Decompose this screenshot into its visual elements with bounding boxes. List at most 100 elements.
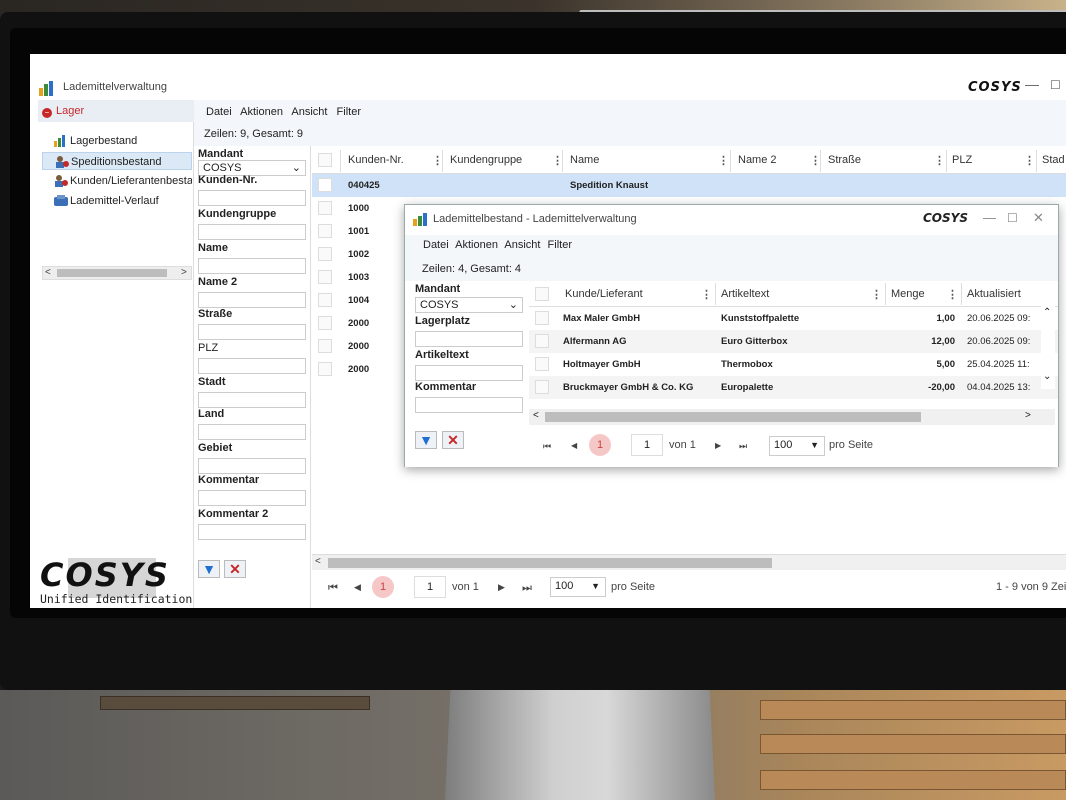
next-page-icon[interactable]: ▶ — [715, 441, 721, 450]
clear-filter-button[interactable]: ✕ — [224, 560, 246, 578]
current-page-indicator[interactable]: 1 — [589, 434, 611, 456]
minimize-button[interactable]: — — [1025, 76, 1039, 92]
dialog-hscrollbar[interactable]: < > — [529, 409, 1055, 425]
row-checkbox[interactable] — [535, 380, 549, 394]
land-field[interactable] — [198, 424, 306, 440]
apply-filter-button[interactable]: ▼ — [415, 431, 437, 449]
scrollbar-thumb[interactable] — [57, 269, 167, 277]
row-checkbox[interactable] — [318, 362, 332, 376]
main-grid-hscrollbar[interactable]: < — [312, 554, 1066, 570]
column-menu-icon[interactable]: ⋮ — [1024, 154, 1035, 167]
col-name2[interactable]: Name 2 ⋮ — [738, 154, 821, 167]
kunden-nr-field[interactable] — [198, 190, 306, 206]
artikeltext-field[interactable] — [415, 365, 523, 381]
row-checkbox[interactable] — [318, 201, 332, 215]
apply-filter-button[interactable]: ▼ — [198, 560, 220, 578]
menu-ansicht[interactable]: Ansicht — [504, 239, 540, 251]
col-kundengruppe[interactable]: Kundengruppe ⋮ — [450, 154, 563, 167]
page-number-input[interactable]: 1 — [414, 576, 446, 598]
page-number-input[interactable]: 1 — [631, 434, 663, 456]
scroll-down-icon[interactable]: ⌄ — [1043, 371, 1051, 382]
menu-datei[interactable]: Datei — [423, 239, 449, 251]
current-page-indicator[interactable]: 1 — [372, 576, 394, 598]
kommentar2-field[interactable] — [198, 524, 306, 540]
col-plz[interactable]: PLZ ⋮ — [952, 154, 1035, 167]
scroll-left-icon[interactable]: < — [315, 556, 321, 567]
row-checkbox[interactable] — [318, 270, 332, 284]
select-all-checkbox[interactable] — [535, 287, 549, 301]
menu-filter[interactable]: Filter — [337, 106, 361, 118]
column-menu-icon[interactable]: ⋮ — [871, 288, 882, 301]
mandant-select[interactable]: COSYS ⌄ — [415, 297, 523, 313]
scroll-left-icon[interactable]: < — [533, 410, 539, 421]
scroll-left-icon[interactable]: < — [45, 267, 51, 278]
table-row[interactable]: 040425 Spedition Knaust — [312, 174, 1066, 197]
row-checkbox[interactable] — [535, 334, 549, 348]
stadt-field[interactable] — [198, 392, 306, 408]
close-button[interactable]: ✕ — [1033, 210, 1044, 226]
clear-filter-button[interactable]: ✕ — [442, 431, 464, 449]
name2-field[interactable] — [198, 292, 306, 308]
scroll-right-icon[interactable]: > — [1025, 410, 1031, 421]
table-row[interactable]: Holtmayer GmbH Thermobox 5,00 25.04.2025… — [529, 353, 1058, 376]
scroll-right-icon[interactable]: > — [181, 267, 187, 278]
kundengruppe-field[interactable] — [198, 224, 306, 240]
sidebar-item-lademittel-verlauf[interactable]: Lademittel-Verlauf — [42, 192, 192, 210]
first-page-icon[interactable]: ⏮ — [328, 582, 338, 595]
column-menu-icon[interactable]: ⋮ — [718, 154, 729, 167]
strasse-field[interactable] — [198, 324, 306, 340]
last-page-icon[interactable]: ⏭ — [739, 441, 747, 452]
gebiet-field[interactable] — [198, 458, 306, 474]
col-kunde-lieferant[interactable]: Kunde/Lieferant ⋮ — [565, 288, 712, 301]
col-strasse[interactable]: Straße ⋮ — [828, 154, 945, 167]
col-name[interactable]: Name ⋮ — [570, 154, 729, 167]
first-page-icon[interactable]: ⏮ — [543, 441, 551, 452]
row-checkbox[interactable] — [318, 178, 332, 192]
column-menu-icon[interactable]: ⋮ — [947, 288, 958, 301]
kommentar-field[interactable] — [198, 490, 306, 506]
sidebar-item-speditionsbestand[interactable]: Speditionsbestand — [42, 152, 192, 170]
row-checkbox[interactable] — [318, 224, 332, 238]
last-page-icon[interactable]: ⏭ — [522, 582, 532, 595]
table-row[interactable]: Bruckmayer GmbH & Co. KG Europalette -20… — [529, 376, 1058, 399]
row-checkbox[interactable] — [318, 316, 332, 330]
scroll-up-icon[interactable]: ⌃ — [1043, 307, 1051, 318]
column-menu-icon[interactable]: ⋮ — [701, 288, 712, 301]
col-menge[interactable]: Menge ⋮ — [891, 288, 958, 301]
menu-ansicht[interactable]: Ansicht — [291, 106, 327, 118]
lagerplatz-field[interactable] — [415, 331, 523, 347]
prev-page-icon[interactable]: ◀ — [571, 441, 577, 450]
menu-aktionen[interactable]: Aktionen — [455, 239, 498, 251]
row-checkbox[interactable] — [318, 293, 332, 307]
menu-aktionen[interactable]: Aktionen — [240, 106, 283, 118]
prev-page-icon[interactable]: ◀ — [354, 582, 361, 593]
dialog-vscrollbar[interactable]: ⌃ ⌄ — [1041, 301, 1055, 389]
plz-field[interactable] — [198, 358, 306, 374]
minimize-button[interactable]: — — [983, 210, 996, 225]
per-page-select[interactable]: 100 ▼ — [550, 577, 606, 597]
next-page-icon[interactable]: ▶ — [498, 582, 505, 593]
row-checkbox[interactable] — [318, 247, 332, 261]
col-kunden-nr[interactable]: Kunden-Nr. ⋮ — [348, 154, 443, 167]
table-row[interactable]: Alfermann AG Euro Gitterbox 12,00 20.06.… — [529, 330, 1058, 353]
scrollbar-thumb[interactable] — [328, 558, 772, 568]
sidebar-header-lager[interactable]: − Lager — [38, 100, 194, 122]
table-row[interactable]: Max Maler GmbH Kunststoffpalette 1,00 20… — [529, 307, 1058, 330]
column-menu-icon[interactable]: ⋮ — [934, 154, 945, 167]
sidebar-item-lagerbestand[interactable]: Lagerbestand — [42, 132, 192, 150]
sidebar-scrollbar[interactable]: < > — [42, 266, 192, 280]
scrollbar-thumb[interactable] — [545, 412, 921, 422]
maximize-button[interactable]: ☐ — [1050, 78, 1061, 92]
col-artikeltext[interactable]: Artikeltext ⋮ — [721, 288, 882, 301]
sidebar-item-kunden-lieferantenbestand[interactable]: Kunden/Lieferantenbestand — [42, 172, 192, 190]
row-checkbox[interactable] — [535, 357, 549, 371]
row-checkbox[interactable] — [318, 339, 332, 353]
menu-datei[interactable]: Datei — [206, 106, 232, 118]
kommentar-field[interactable] — [415, 397, 523, 413]
col-aktualisiert[interactable]: Aktualisiert — [967, 288, 1021, 300]
select-all-checkbox[interactable] — [318, 153, 332, 167]
col-stadt[interactable]: Stad — [1042, 154, 1065, 166]
name-field[interactable] — [198, 258, 306, 274]
per-page-select[interactable]: 100 ▼ — [769, 436, 825, 456]
menu-filter[interactable]: Filter — [548, 239, 572, 251]
